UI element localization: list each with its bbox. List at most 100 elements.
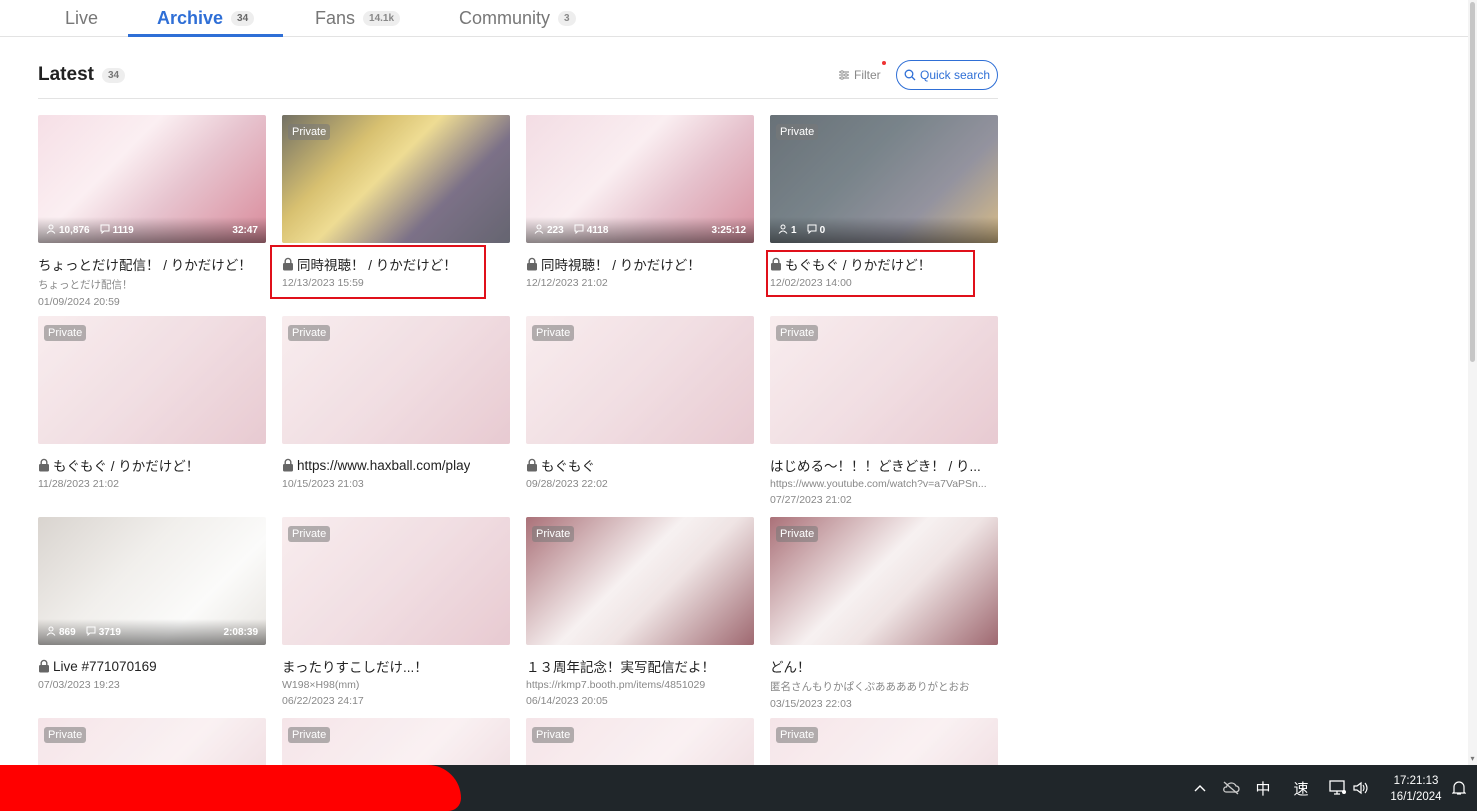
video-title-text: https://www.haxball.com/play — [297, 457, 471, 473]
video-thumbnail[interactable]: Private — [38, 316, 266, 444]
active-tab-indicator — [128, 34, 283, 37]
video-thumbnail[interactable]: 869 3719 2:08:39 — [38, 517, 266, 645]
video-stats: 223 4118 3:25:12 — [526, 217, 754, 243]
private-badge: Private — [288, 727, 331, 743]
divider — [38, 98, 998, 99]
tab-fans[interactable]: Fans 14.1k — [315, 0, 401, 37]
video-thumbnail[interactable]: Private 1 0 — [770, 115, 998, 243]
video-card[interactable]: Private — [770, 718, 998, 765]
video-card[interactable]: Private — [526, 718, 754, 765]
video-title[interactable]: もぐもぐ — [526, 456, 754, 474]
video-thumbnail[interactable]: Private — [282, 316, 510, 444]
video-card[interactable]: 10,876 1119 32:47 ちょっとだけ配信！ / りかだけど！ ちょっとだけ配… — [38, 115, 266, 308]
search-icon — [904, 69, 916, 81]
video-card[interactable]: Private まったりすこしだけ...！ W198×H98(mm) 06/22/20… — [282, 517, 510, 707]
user-icon — [778, 224, 788, 237]
tab-live-label: Live — [65, 8, 99, 28]
video-title[interactable]: 同時視聴！ / りかだけど！ — [526, 255, 754, 273]
filter-button[interactable]: Filter — [838, 61, 886, 82]
clock-date: 16/1/2024 — [1390, 791, 1442, 803]
scroll-down-arrow[interactable]: ▾ — [1468, 754, 1477, 763]
private-badge: Private — [44, 325, 87, 341]
video-thumbnail[interactable]: Private — [526, 718, 754, 765]
tab-archive-count: 34 — [231, 11, 255, 26]
private-badge: Private — [44, 727, 87, 743]
section-count: 34 — [101, 67, 126, 83]
video-card[interactable]: Private https://www.haxball.com/play 10/15… — [282, 316, 510, 490]
video-date: 11/28/2023 21:02 — [38, 478, 119, 490]
video-date: 07/03/2023 19:23 — [38, 679, 120, 691]
comment-icon — [807, 224, 817, 237]
comment-icon — [86, 626, 96, 639]
lock-icon — [38, 458, 50, 472]
comment-count-value: 0 — [819, 224, 826, 236]
tab-fans-count: 14.1k — [363, 11, 401, 26]
tab-archive[interactable]: Archive 34 — [157, 0, 255, 37]
video-thumbnail[interactable]: Private — [38, 718, 266, 765]
view-count-value: 869 — [59, 626, 76, 638]
video-thumbnail[interactable]: 10,876 1119 32:47 — [38, 115, 266, 243]
video-description: W198×H98(mm) — [282, 679, 360, 691]
tab-community[interactable]: Community 3 — [459, 0, 576, 37]
private-badge: Private — [776, 124, 819, 140]
video-card[interactable]: Private — [282, 718, 510, 765]
view-count: 10,876 — [46, 224, 90, 237]
video-card[interactable]: Private — [38, 718, 266, 765]
video-thumbnail[interactable]: Private — [770, 316, 998, 444]
video-card[interactable]: Private もぐもぐ / りかだけど！ 11/28/2023 21:02 — [38, 316, 266, 490]
video-card[interactable]: Private どん！ 匿名さんもりかぱくぷあああありがとおお 03/15/2023 … — [770, 517, 998, 710]
highlight-box — [270, 245, 486, 299]
video-title-text: １３周年記念！実写配信だよ！ — [526, 660, 715, 675]
monitor-icon[interactable] — [1328, 765, 1348, 811]
comment-count: 1119 — [100, 224, 134, 237]
video-title[interactable]: Live #771070169 — [38, 657, 266, 675]
comment-count: 4118 — [574, 224, 609, 237]
comment-count-value: 4118 — [586, 224, 609, 236]
video-date: 12/12/2023 21:02 — [526, 277, 608, 289]
comment-count: 3719 — [86, 626, 121, 639]
speaker-icon[interactable] — [1352, 765, 1370, 811]
ime-speed-indicator[interactable]: 速 — [1290, 765, 1312, 811]
video-card[interactable]: Private はじめる～！！！どきどき！ / り... https://www.y… — [770, 316, 998, 506]
video-thumbnail[interactable]: Private — [526, 517, 754, 645]
video-title-text: もぐもぐ / りかだけど！ — [53, 459, 200, 474]
cloud-off-icon[interactable] — [1220, 765, 1242, 811]
ime-mode-indicator[interactable]: 中 — [1252, 765, 1274, 811]
video-description: https://www.youtube.com/watch?v=a7VaPSn.… — [770, 478, 987, 490]
tab-live[interactable]: Live — [65, 0, 98, 37]
video-title[interactable]: １３周年記念！実写配信だよ！ — [526, 657, 754, 675]
video-title[interactable]: https://www.haxball.com/play — [282, 456, 510, 474]
video-date: 06/14/2023 20:05 — [526, 695, 608, 707]
video-card[interactable]: Private １３周年記念！実写配信だよ！ https://rkmp7.booth… — [526, 517, 754, 707]
video-title-text: まったりすこしだけ...！ — [282, 660, 428, 675]
video-date: 03/15/2023 22:03 — [770, 698, 852, 710]
comment-icon — [574, 224, 584, 237]
video-thumbnail[interactable]: 223 4118 3:25:12 — [526, 115, 754, 243]
private-badge: Private — [288, 325, 331, 341]
video-title[interactable]: どん！ — [770, 657, 998, 675]
system-clock[interactable]: 17:21:13 16/1/2024 — [1380, 773, 1452, 805]
video-thumbnail[interactable]: Private — [282, 718, 510, 765]
video-thumbnail[interactable]: Private — [770, 517, 998, 645]
video-title[interactable]: はじめる～！！！どきどき！ / り... — [770, 456, 998, 474]
video-duration: 32:47 — [232, 224, 258, 236]
video-title[interactable]: ちょっとだけ配信！ / りかだけど！ — [38, 255, 266, 273]
video-stats: 869 3719 2:08:39 — [38, 619, 266, 645]
video-thumbnail[interactable]: Private — [282, 517, 510, 645]
quick-search-button[interactable]: Quick search — [896, 60, 998, 90]
bell-icon[interactable] — [1450, 765, 1468, 811]
video-card[interactable]: 223 4118 3:25:12 同時視聴！ / りかだけど！ 12/12/2023 2… — [526, 115, 754, 289]
video-card[interactable]: 869 3719 2:08:39 Live #771070169 07/03/2023 … — [38, 517, 266, 691]
video-thumbnail[interactable]: Private — [770, 718, 998, 765]
video-description: https://rkmp7.booth.pm/items/4851029 — [526, 679, 706, 691]
tab-community-count: 3 — [558, 11, 576, 26]
video-date: 01/09/2024 20:59 — [38, 296, 120, 308]
chevron-up-icon[interactable] — [1190, 765, 1210, 811]
video-thumbnail[interactable]: Private — [282, 115, 510, 243]
scrollbar-thumb[interactable] — [1470, 2, 1475, 362]
video-title[interactable]: まったりすこしだけ...！ — [282, 657, 510, 675]
video-title[interactable]: もぐもぐ / りかだけど！ — [38, 456, 266, 474]
video-card[interactable]: Private もぐもぐ 09/28/2023 22:02 — [526, 316, 754, 490]
video-thumbnail[interactable]: Private — [526, 316, 754, 444]
page-scrollbar[interactable]: ▾ — [1468, 0, 1477, 765]
